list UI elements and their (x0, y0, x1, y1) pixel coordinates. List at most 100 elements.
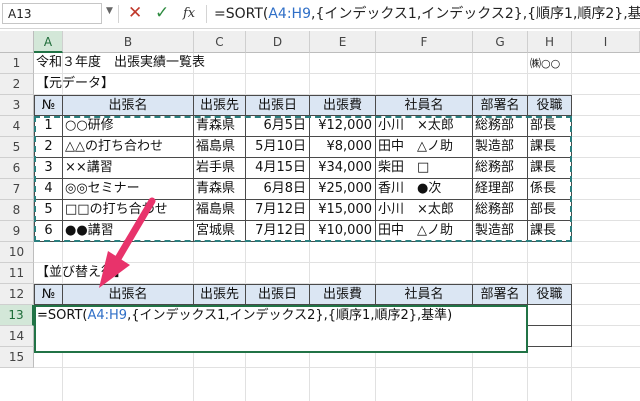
enter-icon[interactable]: ✓ (155, 3, 169, 23)
source-record-cell: 総務部 (473, 200, 528, 221)
source-record-cell: 香川 ●次 (376, 179, 473, 200)
source-record-cell: 小川 ×太郎 (376, 116, 473, 137)
source-record-cell: 製造部 (473, 137, 528, 158)
row-header-12[interactable]: 12 (0, 284, 34, 305)
row-header-7[interactable]: 7 (0, 179, 34, 200)
column-header-b[interactable]: B (63, 31, 194, 53)
sorted-data-label: 【並び替え後】 (36, 265, 128, 280)
source-record-cell: 3 (34, 158, 63, 179)
source-record-cell: 4 (34, 179, 63, 200)
source-data-label: 【元データ】 (36, 76, 115, 91)
source-record-cell: 青森県 (194, 116, 246, 137)
result-header-cell: 部署名 (473, 284, 528, 305)
source-record-cell: 係長 (528, 179, 572, 200)
cancel-icon[interactable]: ✕ (128, 3, 142, 23)
row-header-10[interactable]: 10 (0, 242, 34, 263)
row-header-15[interactable]: 15 (0, 347, 34, 368)
gridline (34, 262, 640, 263)
select-all-corner[interactable] (0, 31, 34, 53)
source-record-cell: 7月12日 (246, 200, 310, 221)
source-record-cell: □□の打ち合わせ (63, 200, 194, 221)
column-header-a[interactable]: A (34, 31, 63, 53)
row-header-13[interactable]: 13 (0, 305, 34, 326)
source-record-cell: ○○研修 (63, 116, 194, 137)
result-header-cell: 社員名 (376, 284, 473, 305)
source-header-cell: 社員名 (376, 95, 473, 116)
company-name: ㈱○○ (530, 57, 561, 70)
column-header-f[interactable]: F (376, 31, 473, 53)
source-record-cell: 5 (34, 200, 63, 221)
source-record-cell: ¥10,000 (310, 221, 376, 242)
row-header-6[interactable]: 6 (0, 158, 34, 179)
result-header-cell: 出張費 (310, 284, 376, 305)
source-record-cell: ××講習 (63, 158, 194, 179)
source-record-cell: 宮城県 (194, 221, 246, 242)
source-record-cell: 経理部 (473, 179, 528, 200)
row-header-3[interactable]: 3 (0, 95, 34, 116)
source-record-cell: ◎◎セミナー (63, 179, 194, 200)
name-box[interactable]: A13 (2, 3, 102, 24)
column-header-i[interactable]: I (572, 31, 640, 53)
source-header-cell: 出張名 (63, 95, 194, 116)
column-header-d[interactable]: D (246, 31, 310, 53)
source-record-cell: 5月10日 (246, 137, 310, 158)
source-record-cell: 福島県 (194, 200, 246, 221)
source-record-cell: △△の打ち合わせ (63, 137, 194, 158)
source-record-cell: ¥34,000 (310, 158, 376, 179)
result-header-cell: 出張日 (246, 284, 310, 305)
source-record-cell: 総務部 (473, 158, 528, 179)
column-header-e[interactable]: E (310, 31, 376, 53)
source-record-cell: 4月15日 (246, 158, 310, 179)
result-header-cell: 出張名 (63, 284, 194, 305)
source-record-cell: 7月12日 (246, 221, 310, 242)
source-record-cell: 6月8日 (246, 179, 310, 200)
row-header-2[interactable]: 2 (0, 74, 34, 95)
row-header-14[interactable]: 14 (0, 326, 34, 347)
gridline (34, 73, 640, 74)
column-header-g[interactable]: G (473, 31, 528, 53)
source-record-cell: 田中 △ノ助 (376, 221, 473, 242)
formula-input[interactable]: =SORT(A4:H9,{インデックス1,インデックス2},{順序1,順序2},… (214, 3, 640, 25)
source-record-cell: 部長 (528, 116, 572, 137)
row-header-9[interactable]: 9 (0, 221, 34, 242)
source-record-cell: 小川 ×太郎 (376, 200, 473, 221)
row-header-1[interactable]: 1 (0, 53, 34, 74)
source-record-cell: ●●講習 (63, 221, 194, 242)
source-record-cell: 総務部 (473, 116, 528, 137)
row-header-8[interactable]: 8 (0, 200, 34, 221)
result-header-cell: 役職 (528, 284, 572, 305)
source-record-cell: 田中 △ノ助 (376, 137, 473, 158)
result-header-cell: № (34, 284, 63, 305)
source-header-cell: № (34, 95, 63, 116)
source-record-cell: 柴田 □ (376, 158, 473, 179)
divider (118, 5, 119, 23)
source-record-cell: 課長 (528, 137, 572, 158)
insert-function-button[interactable]: fx (183, 3, 195, 25)
source-record-cell: ¥25,000 (310, 179, 376, 200)
cell-edit-text[interactable]: =SORT(A4:H9,{インデックス1,インデックス2},{順序1,順序2},… (37, 306, 452, 325)
gridline (34, 367, 640, 368)
row-header-11[interactable]: 11 (0, 263, 34, 284)
source-record-cell: 6 (34, 221, 63, 242)
source-record-cell: 2 (34, 137, 63, 158)
result-header-cell: 出張先 (194, 284, 246, 305)
source-record-cell: 製造部 (473, 221, 528, 242)
source-record-cell: 部長 (528, 200, 572, 221)
source-header-cell: 部署名 (473, 95, 528, 116)
source-record-cell: 青森県 (194, 179, 246, 200)
row-header-4[interactable]: 4 (0, 116, 34, 137)
source-record-cell: ¥8,000 (310, 137, 376, 158)
row-header-5[interactable]: 5 (0, 137, 34, 158)
source-record-cell: 岩手県 (194, 158, 246, 179)
column-header-h[interactable]: H (528, 31, 572, 53)
result-empty-cell (528, 326, 572, 347)
divider (206, 5, 207, 23)
source-record-cell: 課長 (528, 221, 572, 242)
source-record-cell: ¥15,000 (310, 200, 376, 221)
column-header-c[interactable]: C (194, 31, 246, 53)
sheet-title: 令和３年度 出張実績一覧表 (36, 55, 206, 70)
formula-bar: A13 ▼ ✕ ✓ fx =SORT(A4:H9,{インデックス1,インデックス… (0, 0, 640, 29)
source-record-cell: 福島県 (194, 137, 246, 158)
source-header-cell: 役職 (528, 95, 572, 116)
chevron-down-icon[interactable]: ▼ (106, 6, 113, 16)
